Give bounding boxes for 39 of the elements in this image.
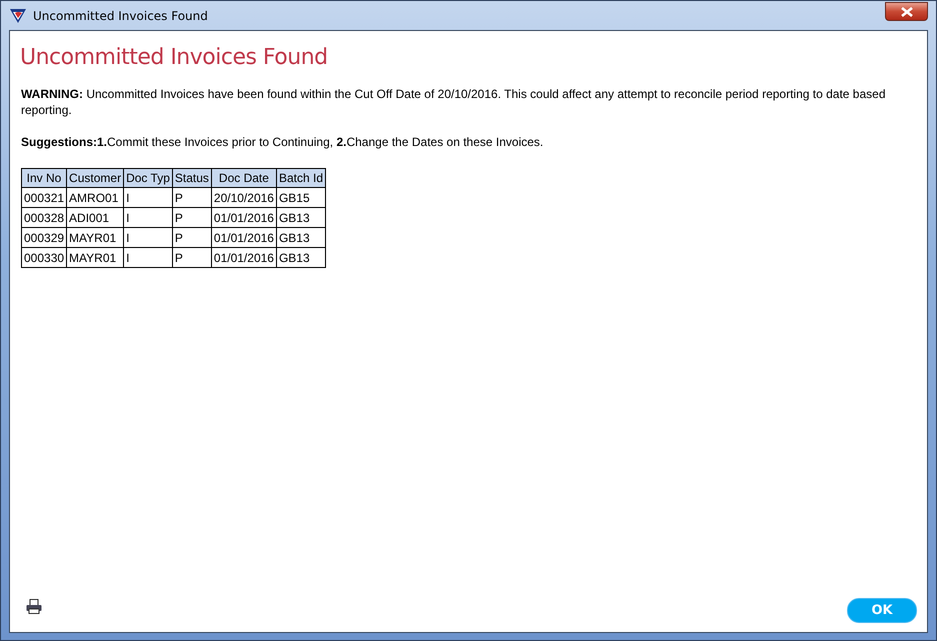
table-cell: GB13 [276,248,326,268]
table-cell: 000328 [22,208,67,228]
table-cell: MAYR01 [66,228,124,248]
table-cell: AMRO01 [66,188,124,208]
column-header: Inv No [22,168,67,188]
table-cell: 01/01/2016 [211,208,276,228]
app-logo-icon [10,8,26,22]
warning-text: WARNING: Uncommitted Invoices have been found within the Cut Off Date of 20/10/2016. This could affect any attempt to reconcile period reporting to date based reporting. [21,86,886,118]
table-cell: MAYR01 [66,248,124,268]
table-cell: 01/01/2016 [211,228,276,248]
table-cell: P [172,208,212,228]
table-cell: I [124,208,172,228]
table-cell: P [172,248,212,268]
table-cell: I [124,228,172,248]
window-title: Uncommitted Invoices Found [33,8,208,22]
column-header: Doc Typ [124,168,172,188]
close-button[interactable] [885,2,928,21]
close-icon [900,6,912,16]
table-cell: ADI001 [66,208,124,228]
table-cell: 000330 [22,248,67,268]
dialog-heading: Uncommitted Invoices Found [20,45,329,70]
table-cell: 000329 [22,228,67,248]
column-header: Status [172,168,212,188]
column-header: Doc Date [211,168,276,188]
table-cell: GB13 [276,228,326,248]
table-cell: I [124,188,172,208]
column-header: Batch Id [276,168,326,188]
table-cell: 20/10/2016 [211,188,276,208]
suggestions-text: Suggestions:1.Commit these Invoices prior to Continuing, 2.Change the Dates on these Invoices. [21,134,544,150]
table-cell: P [172,188,212,208]
column-header: Customer [66,168,124,188]
ok-button[interactable]: OK [847,598,917,622]
printer-icon[interactable] [26,598,42,614]
table-cell: 000321 [22,188,67,208]
table-cell: I [124,248,172,268]
table-cell: 01/01/2016 [211,248,276,268]
table-cell: GB15 [276,188,326,208]
table-cell: GB13 [276,208,326,228]
table-cell: P [172,228,212,248]
